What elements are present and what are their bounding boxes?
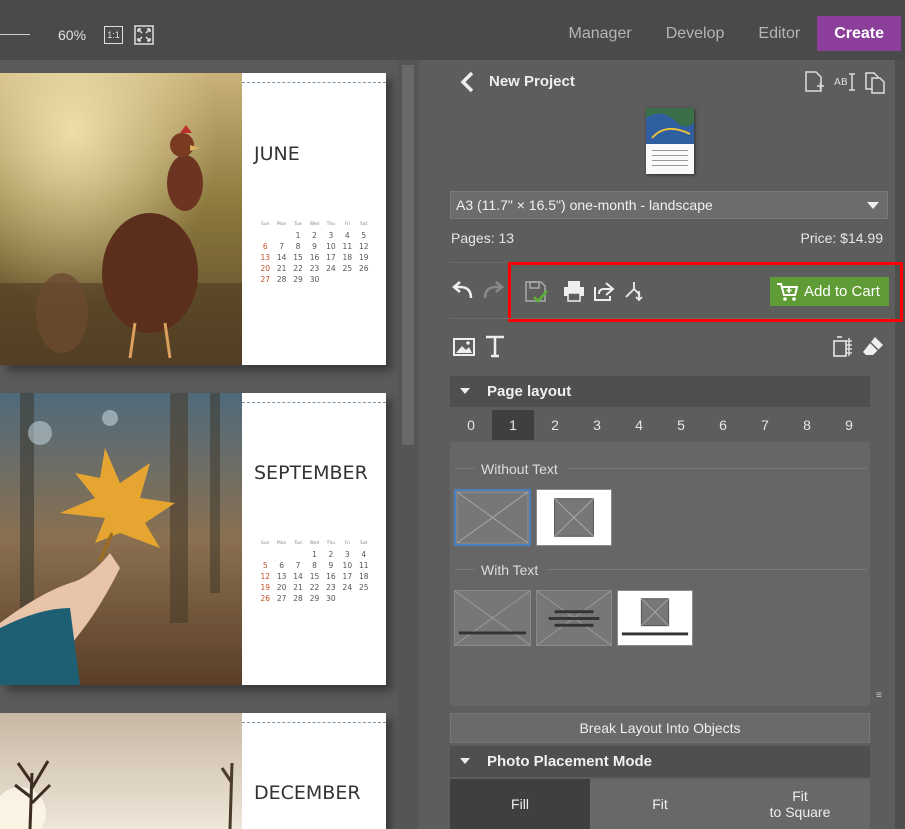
layout-photo-text-bottom[interactable] [454,590,531,646]
zoom-slider[interactable] [0,34,30,35]
photo-placement-header[interactable]: Photo Placement Mode [450,746,870,777]
layout-photo-text-center[interactable] [536,590,612,646]
chevron-down-icon [867,202,879,209]
page-layout-header[interactable]: Page layout [450,376,870,407]
top-toolbar: 60% 1:1 Manager Develop Editor Create [0,0,905,60]
format-dropdown[interactable]: A3 (11.7" × 16.5") one-month - landscape [450,191,888,219]
undo-icon[interactable] [451,279,475,303]
tab-manager[interactable]: Manager [552,16,649,51]
divider [455,569,475,570]
duplicate-page-icon[interactable] [863,70,887,94]
divider [547,569,867,570]
zoom-level: 60% [58,27,87,43]
actual-size-button[interactable]: 1:1 [104,26,123,44]
add-to-cart-label: Add to Cart [804,283,880,300]
tab-editor[interactable]: Editor [741,16,817,51]
price-label: Price: $14.99 [800,230,884,246]
hen-photo [0,73,242,365]
month-grid: Sun Mon Tue Wed Thu Fri Sat 12345 6 7 8 9 10 11 12 1… [260,222,369,284]
without-text-label: Without Text [481,461,558,477]
page-layout-title: Page layout [487,383,572,400]
layout-framed-photo[interactable] [536,489,612,546]
fill-label: Fill [511,796,529,812]
back-arrow-icon[interactable] [458,70,478,94]
eraser-icon[interactable] [861,334,885,358]
tab-count-5[interactable]: 5 [660,410,702,440]
tab-count-1[interactable]: 1 [492,410,534,440]
project-thumbnail[interactable] [646,108,694,174]
add-to-cart-button[interactable]: Add to Cart [770,277,889,306]
tab-count-4[interactable]: 4 [618,410,660,440]
tab-develop[interactable]: Develop [649,16,742,51]
tab-count-8[interactable]: 8 [786,410,828,440]
layout-full-photo[interactable] [454,489,531,546]
mode-tabs: Manager Develop Editor Create [552,16,905,51]
calendar-page-december[interactable]: DECEMBER [0,713,386,829]
insert-text-icon[interactable] [483,334,507,358]
photo-count-tabs: 0 1 2 3 4 5 6 7 8 9 [450,410,870,440]
gallery-resize-handle[interactable]: ≡ [876,691,882,701]
tab-count-2[interactable]: 2 [534,410,576,440]
page-guide-line [242,722,386,723]
fit-to-screen-icon[interactable] [134,25,154,45]
text-edit-icon[interactable]: AB [833,70,857,94]
tab-count-9[interactable]: 9 [828,410,870,440]
fit-label: Fit [652,796,668,812]
month-grid: Sun Mon Tue Wed Thu Fri Sat 1234 5 6 7 8 9 10 11 12 1… [260,541,369,603]
tab-create[interactable]: Create [817,16,901,51]
format-value: A3 (11.7" × 16.5") one-month - landscape [456,197,713,213]
project-title: New Project [489,73,575,90]
calendar-page-june[interactable]: JUNE Sun Mon Tue Wed Thu Fri Sat 12345 6 7 8 9 10 1… [0,73,386,365]
layout-arrange-icon[interactable] [831,335,855,359]
cart-icon [777,282,798,301]
layout-framed-photo-text[interactable] [617,590,693,646]
page-guide-line [242,402,386,403]
tree-photo [0,713,242,829]
page-guide-line [242,82,386,83]
photo-placement-title: Photo Placement Mode [487,753,653,770]
tab-count-7[interactable]: 7 [744,410,786,440]
tab-count-6[interactable]: 6 [702,410,744,440]
divider [567,468,867,469]
svg-text:AB: AB [834,77,848,88]
fit-button[interactable]: Fit [590,779,730,829]
fit-to-square-button[interactable]: Fit to Square [730,779,870,829]
new-page-icon[interactable] [802,70,826,94]
tab-count-0[interactable]: 0 [450,410,492,440]
leaf-photo [0,393,242,685]
month-title: DECEMBER [254,782,361,804]
calendar-page-september[interactable]: SEPTEMBER Sun Mon Tue Wed Thu Fri Sat 1234 567… [0,393,386,685]
insert-photo-icon[interactable] [452,335,476,359]
canvas-scrollbar-thumb[interactable] [402,65,414,445]
divider [450,318,890,319]
tab-count-3[interactable]: 3 [576,410,618,440]
with-text-label: With Text [481,562,539,578]
collapse-triangle-icon [460,388,470,394]
divider [455,468,475,469]
collapse-triangle-icon [460,758,470,764]
fit-square-label-1: Fit [792,788,808,804]
page-count: Pages: 13 [451,230,515,246]
fit-square-label-2: to Square [769,804,831,820]
break-layout-button[interactable]: Break Layout Into Objects [450,713,870,743]
month-title: JUNE [254,143,300,165]
fill-button[interactable]: Fill [450,779,590,829]
placement-mode-options: Fill Fit Fit to Square [450,779,870,829]
redo-icon[interactable] [481,279,505,303]
panel-edge [895,60,905,829]
month-title: SEPTEMBER [254,462,368,484]
